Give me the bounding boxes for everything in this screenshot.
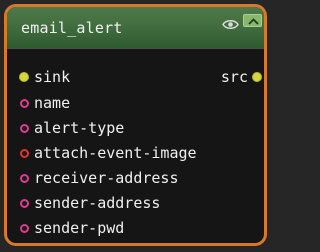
src-pad-connector[interactable]: [252, 72, 262, 82]
src-pad-label: src: [220, 68, 248, 86]
property-connector[interactable]: [20, 199, 29, 208]
property-label: sender-pwd: [34, 219, 125, 237]
property-connector[interactable]: [20, 174, 29, 183]
collapse-button[interactable]: [243, 14, 262, 27]
property-label: alert-type: [34, 119, 125, 137]
chevron-up-icon: [248, 18, 259, 25]
eye-icon[interactable]: [222, 15, 239, 29]
property-label: attach-event-image: [34, 144, 197, 162]
property-row-name: name: [7, 92, 264, 114]
property-row-alert-type: alert-type: [7, 117, 264, 139]
property-row-sender-address: sender-address: [7, 192, 264, 214]
node-title: email_alert: [21, 19, 123, 37]
property-connector[interactable]: [20, 224, 29, 233]
property-label: receiver-address: [34, 169, 179, 187]
property-connector[interactable]: [20, 99, 29, 108]
pad-row: sink src: [7, 66, 264, 88]
property-connector[interactable]: [20, 149, 29, 158]
node-header[interactable]: email_alert: [7, 7, 264, 49]
property-row-attach-event-image: attach-event-image: [7, 142, 264, 164]
sink-pad-label: sink: [34, 68, 71, 86]
property-label: sender-address: [34, 194, 161, 212]
sink-pad-connector[interactable]: [19, 72, 29, 82]
property-row-sender-pwd: sender-pwd: [7, 217, 264, 239]
email-alert-node[interactable]: email_alert sink src name alert-type att…: [4, 4, 267, 246]
property-connector[interactable]: [20, 124, 29, 133]
property-label: name: [34, 94, 71, 112]
property-row-receiver-address: receiver-address: [7, 167, 264, 189]
